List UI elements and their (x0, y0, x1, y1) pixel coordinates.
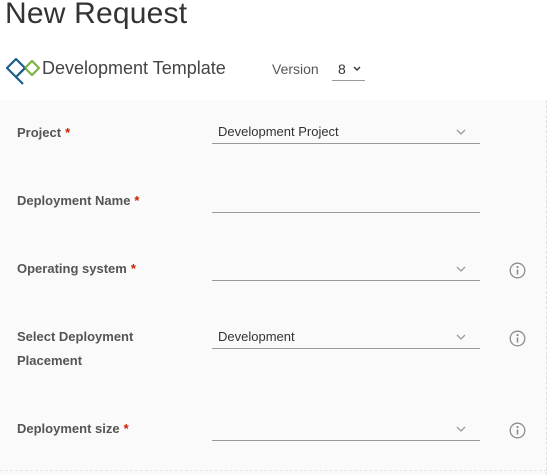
version-value: 8 (338, 61, 346, 77)
project-label: Project * (17, 121, 70, 145)
form-bottom-divider (0, 470, 547, 471)
deployment-size-label-text: Deployment size (17, 421, 120, 436)
page-title: New Request (5, 0, 188, 30)
deployment-name-label: Deployment Name * (17, 189, 139, 213)
deployment-name-label-text: Deployment Name (17, 193, 131, 208)
required-asterisk: * (130, 261, 136, 276)
deployment-size-select[interactable] (212, 419, 480, 441)
required-asterisk: * (134, 193, 140, 208)
version-select[interactable]: 8 (332, 57, 365, 81)
required-asterisk: * (123, 421, 129, 436)
info-icon[interactable] (509, 330, 526, 347)
required-asterisk: * (65, 125, 71, 140)
chevron-down-icon (456, 426, 466, 432)
operating-system-label: Operating system * (17, 257, 136, 281)
placement-select[interactable]: Development (212, 327, 480, 349)
deployment-name-input[interactable] (212, 191, 480, 213)
version-label: Version (272, 61, 319, 77)
placement-value: Development (218, 329, 295, 344)
project-select-value: Development Project (218, 124, 339, 139)
chevron-down-icon (456, 266, 466, 272)
project-select[interactable]: Development Project (212, 122, 480, 144)
chevron-down-icon (456, 129, 466, 135)
blueprint-header: Development Template Version 8 (5, 54, 545, 85)
blueprint-name: Development Template (42, 58, 226, 78)
operating-system-select[interactable] (212, 259, 480, 281)
project-label-text: Project (17, 125, 62, 140)
placement-label-line2: Placement (17, 353, 83, 368)
placement-label-line1: Select Deployment (17, 329, 134, 344)
placement-label: Select Deployment Placement (17, 325, 133, 373)
deployment-size-label: Deployment size * (17, 417, 129, 441)
request-form: Project * Development Project Deployment … (0, 100, 547, 475)
chevron-down-icon (353, 66, 361, 71)
info-icon[interactable] (509, 262, 526, 279)
chevron-down-icon (456, 334, 466, 340)
blueprint-cloud-template-icon (5, 57, 41, 85)
info-icon[interactable] (509, 422, 526, 439)
operating-system-label-text: Operating system (17, 261, 127, 276)
